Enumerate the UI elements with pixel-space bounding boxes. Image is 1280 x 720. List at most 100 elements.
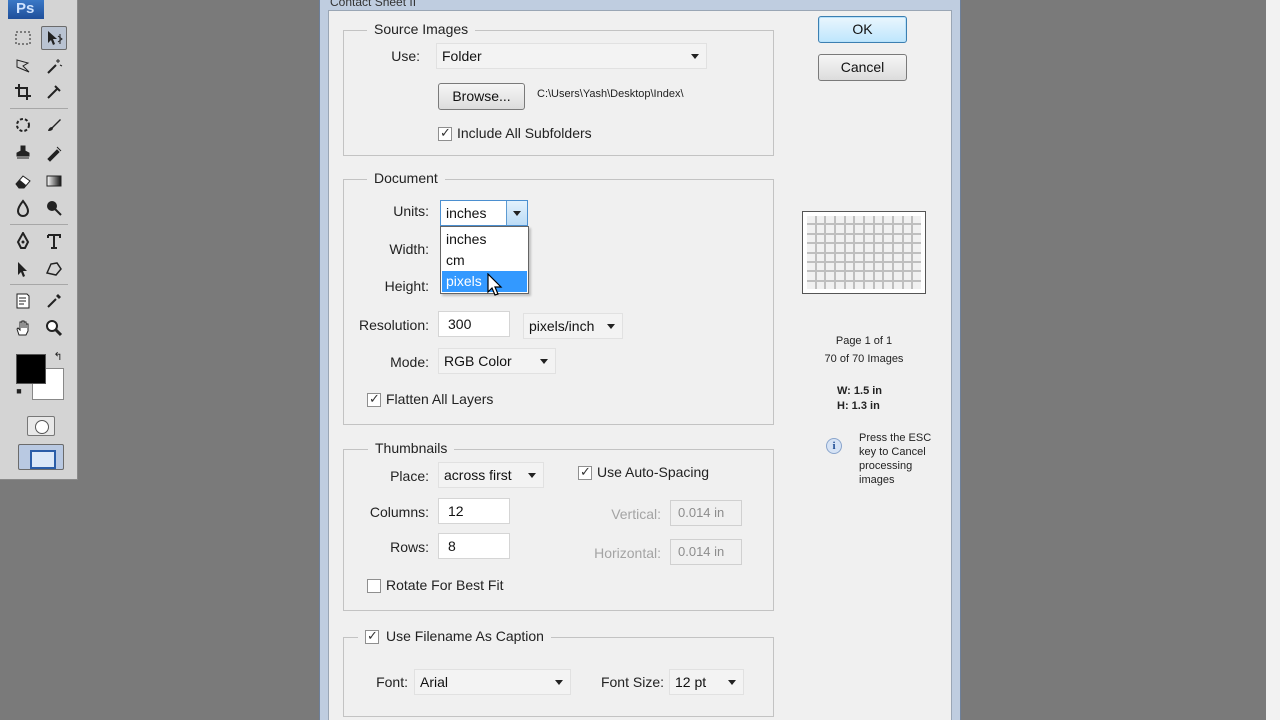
- preview-cell: [893, 225, 902, 233]
- preview-cell: [816, 216, 825, 224]
- rotate-best-fit-checkbox[interactable]: [367, 579, 381, 593]
- preview-cell: [903, 225, 912, 233]
- brush-tool-icon[interactable]: [41, 113, 67, 137]
- eyedropper-slice-icon[interactable]: [41, 80, 67, 104]
- healing-brush-icon[interactable]: [10, 113, 36, 137]
- font-size-label: Font Size:: [600, 674, 664, 690]
- preview-cell: [826, 253, 834, 261]
- chevron-down-icon: [540, 359, 548, 364]
- lasso-tool-icon[interactable]: [10, 54, 36, 78]
- preview-cell: [864, 253, 873, 261]
- notes-tool-icon[interactable]: [10, 289, 36, 313]
- chevron-down-icon: [607, 324, 615, 329]
- auto-spacing-label: Use Auto-Spacing: [597, 464, 710, 480]
- gradient-tool-icon[interactable]: [41, 169, 67, 193]
- use-select[interactable]: Folder: [436, 43, 707, 69]
- history-brush-icon[interactable]: [41, 141, 67, 165]
- columns-field[interactable]: 12: [438, 498, 510, 524]
- cancel-button[interactable]: Cancel: [818, 54, 907, 81]
- quick-mask-icon[interactable]: [27, 416, 55, 436]
- preview-cell: [893, 216, 902, 224]
- use-label: Use:: [391, 48, 420, 64]
- preview-cell: [826, 234, 834, 243]
- units-option-inches[interactable]: inches: [442, 229, 527, 250]
- preview-cell: [884, 234, 892, 243]
- photoshop-logo: Ps: [8, 0, 44, 19]
- resolution-unit-select[interactable]: pixels/inch: [523, 313, 623, 339]
- preview-cell: [903, 272, 912, 280]
- marquee-tool-icon[interactable]: [10, 26, 36, 50]
- preview-cell: [807, 244, 815, 252]
- preview-cell: [874, 253, 883, 261]
- preview-cell: [903, 281, 912, 289]
- clone-stamp-icon[interactable]: [10, 141, 36, 165]
- flatten-layers-checkbox[interactable]: [367, 391, 381, 407]
- auto-spacing-checkbox[interactable]: [578, 464, 592, 480]
- mode-value: RGB Color: [444, 353, 512, 369]
- mouse-cursor-icon: [487, 273, 503, 296]
- caption-group: Use Filename As Caption Font: Arial Font…: [343, 628, 774, 717]
- eraser-tool-icon[interactable]: [10, 169, 36, 193]
- font-size-select[interactable]: 12 pt: [669, 669, 744, 695]
- preview-grid: [807, 216, 921, 289]
- path-selection-icon[interactable]: [10, 257, 36, 281]
- pen-tool-icon[interactable]: [10, 229, 36, 253]
- preview-cell: [884, 272, 892, 280]
- preview-cell: [913, 262, 921, 271]
- foreground-color-swatch[interactable]: [16, 354, 46, 384]
- place-select[interactable]: across first: [438, 462, 544, 488]
- move-tool-icon[interactable]: [41, 26, 67, 50]
- width-label: Width:: [389, 241, 429, 257]
- horizontal-field[interactable]: 0.014 in: [670, 539, 742, 565]
- preview-cell: [903, 253, 912, 261]
- eyedropper-icon[interactable]: [41, 289, 67, 313]
- preview-cell: [874, 272, 883, 280]
- ok-button[interactable]: OK: [818, 16, 907, 43]
- default-colors-icon[interactable]: ■: [12, 384, 26, 398]
- dodge-tool-icon[interactable]: [41, 196, 67, 220]
- mode-select[interactable]: RGB Color: [438, 348, 556, 374]
- images-info: 70 of 70 Images: [824, 353, 904, 365]
- hand-tool-icon[interactable]: [10, 316, 36, 340]
- preview-cell: [864, 281, 873, 289]
- zoom-tool-icon[interactable]: [41, 316, 67, 340]
- horizontal-label: Horizontal:: [594, 545, 661, 561]
- preview-cell: [816, 225, 825, 233]
- vertical-field[interactable]: 0.014 in: [670, 500, 742, 526]
- units-option-cm[interactable]: cm: [442, 250, 527, 271]
- magic-wand-icon[interactable]: [41, 54, 67, 78]
- page-info: Page 1 of 1: [835, 335, 893, 347]
- preview-cell: [826, 216, 834, 224]
- preview-cell: [807, 234, 815, 243]
- blur-tool-icon[interactable]: [10, 196, 36, 220]
- resolution-field[interactable]: 300: [438, 311, 510, 337]
- swap-colors-icon[interactable]: ↰: [50, 348, 66, 364]
- place-value: across first: [444, 467, 512, 483]
- type-tool-icon[interactable]: [41, 229, 67, 253]
- chevron-down-icon[interactable]: [506, 201, 527, 225]
- units-option-pixels[interactable]: pixels: [442, 271, 527, 292]
- use-filename-caption-label: Use Filename As Caption: [358, 628, 551, 644]
- use-filename-caption-checkbox[interactable]: [365, 628, 379, 644]
- preview-cell: [913, 253, 921, 261]
- custom-shape-icon[interactable]: [41, 257, 67, 281]
- preview-cell: [903, 244, 912, 252]
- font-select[interactable]: Arial: [414, 669, 571, 695]
- include-subfolders-checkbox[interactable]: [438, 125, 452, 141]
- crop-tool-icon[interactable]: [10, 80, 36, 104]
- browse-button[interactable]: Browse...: [438, 83, 525, 110]
- preview-cell: [855, 262, 863, 271]
- preview-cell: [826, 225, 834, 233]
- units-select[interactable]: inches: [440, 200, 528, 226]
- screen-edge: [1266, 0, 1280, 720]
- screen-mode-icon[interactable]: [18, 444, 64, 470]
- preview-cell: [864, 216, 873, 224]
- preview-cell: [884, 216, 892, 224]
- mode-label: Mode:: [390, 354, 429, 370]
- rows-field[interactable]: 8: [438, 533, 510, 559]
- preview-cell: [845, 272, 854, 280]
- preview-cell: [816, 244, 825, 252]
- preview-cell: [874, 281, 883, 289]
- preview-cell: [807, 281, 815, 289]
- preview-cell: [807, 216, 815, 224]
